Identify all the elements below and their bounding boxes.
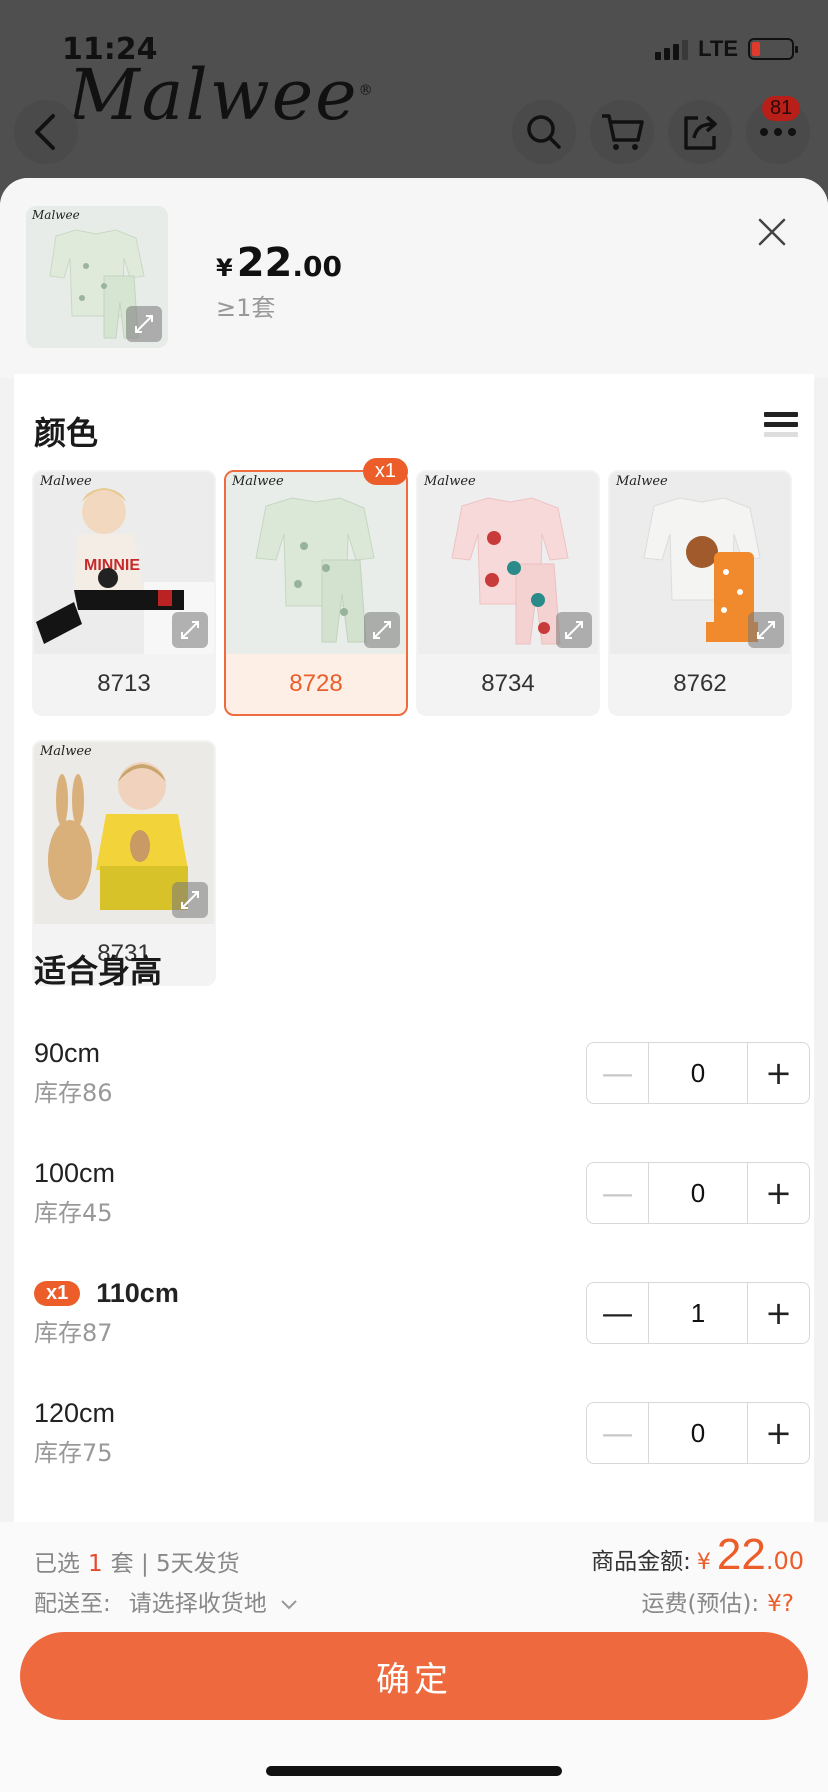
chevron-down-icon <box>281 1600 297 1610</box>
quantity-value[interactable]: 0 <box>649 1163 747 1223</box>
size-row-100cm: 100cm 库存45 — 0 + <box>34 1158 810 1278</box>
option-image: Malwee <box>418 472 598 654</box>
sku-selector-sheet: Malwee ¥22.00 ≥1套 颜色 Malwee MINNIE 8713 … <box>0 178 828 1792</box>
selected-count-badge: x1 <box>34 1281 81 1306</box>
cart-icon <box>602 114 644 150</box>
quantity-value[interactable]: 1 <box>649 1283 747 1343</box>
expand-image-button[interactable] <box>748 612 784 648</box>
color-option-8762[interactable]: Malwee 8762 <box>608 470 792 716</box>
expand-icon <box>135 315 153 333</box>
size-row-90cm: 90cm 库存86 — 0 + <box>34 1038 810 1158</box>
option-image: Malwee <box>34 742 214 924</box>
color-section-title: 颜色 <box>34 414 99 452</box>
size-rows: 90cm 库存86 — 0 + 100cm 库存45 — 0 + x1 110cm <box>34 1038 810 1518</box>
color-option-label: 8728 <box>289 670 343 697</box>
home-indicator <box>266 1766 562 1776</box>
thumb-logo: Malwee <box>32 208 80 222</box>
back-button[interactable] <box>14 100 78 164</box>
increase-button[interactable]: + <box>747 1163 809 1223</box>
price-block: ¥22.00 ≥1套 <box>216 240 342 323</box>
signal-icon <box>655 38 689 60</box>
option-image: Malwee <box>610 472 790 654</box>
close-icon[interactable] <box>752 212 792 252</box>
increase-button[interactable]: + <box>747 1043 809 1103</box>
quantity-stepper: — 0 + <box>586 1162 810 1224</box>
product-thumbnail[interactable]: Malwee <box>26 206 168 348</box>
increase-button[interactable]: + <box>747 1403 809 1463</box>
size-row-110cm: x1 110cm 库存87 — 1 + <box>34 1278 810 1398</box>
quantity-stepper: — 1 + <box>586 1282 810 1344</box>
color-option-label: 8734 <box>481 670 535 697</box>
option-image: Malwee <box>226 472 406 654</box>
expand-icon <box>181 621 199 639</box>
option-image: Malwee MINNIE <box>34 472 214 654</box>
thumb-logo: Malwee <box>40 474 92 489</box>
search-button[interactable] <box>512 100 576 164</box>
expand-image-button[interactable] <box>556 612 592 648</box>
expand-thumbnail-button[interactable] <box>126 306 162 342</box>
color-option-8728[interactable]: Malwee 8728 x1 <box>224 458 408 716</box>
increase-button[interactable]: + <box>747 1283 809 1343</box>
thumb-logo: Malwee <box>616 474 668 489</box>
network-label: LTE <box>698 36 738 61</box>
page-header-dimmed: 11:24 LTE Malwee® 81 <box>0 0 828 190</box>
unit-price: ¥22.00 <box>216 240 342 286</box>
expand-image-button[interactable] <box>364 612 400 648</box>
message-badge: 81 <box>762 96 801 121</box>
battery-icon <box>748 38 798 60</box>
freight-estimate: 运费(预估): ¥? <box>641 1591 794 1617</box>
more-icon <box>760 128 796 136</box>
size-row-120cm: 120cm 库存75 — 0 + <box>34 1398 810 1518</box>
thumb-logo: Malwee <box>424 474 476 489</box>
decrease-button[interactable]: — <box>587 1163 649 1223</box>
chevron-left-icon <box>35 114 55 150</box>
cart-button[interactable] <box>590 100 654 164</box>
thumb-logo: Malwee <box>40 744 92 759</box>
expand-image-button[interactable] <box>172 612 208 648</box>
min-order-qty: ≥1套 <box>216 294 276 322</box>
status-indicators: LTE <box>655 36 798 62</box>
share-button[interactable] <box>668 100 732 164</box>
search-icon <box>527 115 561 149</box>
brand-logo: Malwee® <box>68 54 375 136</box>
confirm-button[interactable]: 确定 <box>20 1632 808 1720</box>
size-section-title: 适合身高 <box>34 952 163 990</box>
expand-icon <box>757 621 775 639</box>
selection-summary: 已选 1 套 | 5天发货 <box>34 1551 240 1577</box>
list-view-icon[interactable] <box>764 412 798 442</box>
expand-icon <box>565 621 583 639</box>
order-footer: 已选 1 套 | 5天发货 配送至: 请选择收货地 商品金额: ¥22.00 运费(预估… <box>0 1522 828 1792</box>
decrease-button[interactable]: — <box>587 1043 649 1103</box>
decrease-button[interactable]: — <box>587 1403 649 1463</box>
quantity-value[interactable]: 0 <box>649 1043 747 1103</box>
expand-icon <box>373 621 391 639</box>
thumb-logo: Malwee <box>232 474 284 489</box>
sku-options: 颜色 Malwee MINNIE 8713 Malwee 8728 x1 Mal… <box>14 374 814 1522</box>
quantity-stepper: — 0 + <box>586 1402 810 1464</box>
share-icon <box>684 115 717 150</box>
expand-image-button[interactable] <box>172 882 208 918</box>
selected-count-badge: x1 <box>362 458 408 485</box>
color-option-label: 8713 <box>97 670 151 697</box>
sheet-header: Malwee ¥22.00 ≥1套 <box>0 178 828 378</box>
address-selector[interactable]: 请选择收货地 <box>129 1591 267 1617</box>
color-options: Malwee MINNIE 8713 Malwee 8728 x1 Malwee… <box>32 458 812 986</box>
more-button[interactable]: 81 <box>746 96 810 164</box>
expand-icon <box>181 891 199 909</box>
color-option-8713[interactable]: Malwee MINNIE 8713 <box>32 470 216 716</box>
ship-to[interactable]: 配送至: 请选择收货地 <box>34 1584 298 1618</box>
quantity-value[interactable]: 0 <box>649 1403 747 1463</box>
decrease-button[interactable]: — <box>587 1283 649 1343</box>
goods-amount: 商品金额: ¥22.00 <box>591 1530 804 1579</box>
color-option-label: 8762 <box>673 670 727 697</box>
quantity-stepper: — 0 + <box>586 1042 810 1104</box>
color-option-8734[interactable]: Malwee 8734 <box>416 470 600 716</box>
